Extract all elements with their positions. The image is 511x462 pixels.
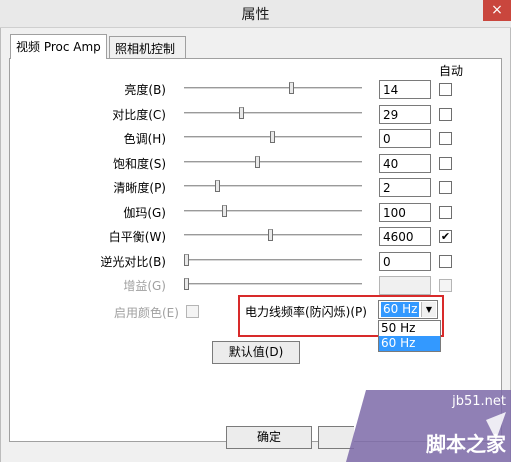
row-label: 白平衡(W) — [108, 230, 166, 244]
slider-thumb[interactable] — [184, 253, 189, 266]
row-label: 对比度(C) — [112, 107, 166, 122]
value-field[interactable]: 0 — [379, 251, 431, 271]
value-field[interactable]: 100 — [379, 202, 431, 222]
row-label: 伽玛(G) — [123, 205, 166, 220]
watermark: jb51.net 脚本之家 — [346, 390, 511, 462]
tab-camera-control[interactable]: 照相机控制 — [109, 36, 186, 58]
auto-checkbox[interactable] — [439, 156, 452, 170]
auto-checkbox[interactable] — [439, 279, 452, 292]
slider-track[interactable] — [184, 87, 362, 90]
slider-track[interactable] — [184, 209, 362, 213]
color-enable-checkbox[interactable] — [186, 305, 199, 318]
auto-checkbox[interactable]: ✔ — [439, 230, 452, 243]
value-field[interactable]: 14 — [379, 80, 431, 99]
value-field[interactable]: 4600 — [379, 227, 431, 246]
color-enable-label: 启用颜色(E) — [114, 306, 179, 320]
slider-track[interactable] — [184, 283, 362, 286]
slider-thumb[interactable] — [221, 204, 227, 217]
power-line-label: 电力线频率(防闪烁)(P) — [245, 305, 367, 319]
row-label: 色调(H) — [123, 132, 166, 146]
slider-thumb[interactable] — [254, 155, 260, 168]
tab-video-proc-amp[interactable]: 视频 Proc Amp — [10, 34, 107, 59]
slider-thumb[interactable] — [288, 82, 294, 94]
auto-checkbox[interactable] — [439, 254, 452, 268]
value-field[interactable]: 0 — [379, 129, 431, 148]
watermark-name: 脚本之家 — [426, 432, 506, 456]
power-line-select[interactable]: 60 Hz ▼ — [378, 300, 438, 319]
title-bar: 属性 × — [0, 0, 511, 28]
row-label: 亮度(B) — [124, 83, 166, 97]
option-50hz[interactable]: 50 Hz — [379, 321, 440, 336]
value-field[interactable]: 29 — [379, 104, 431, 124]
slider-thumb[interactable] — [214, 180, 220, 192]
auto-checkbox[interactable] — [439, 181, 452, 194]
row-label: 饱和度(S) — [113, 156, 166, 171]
watermark-domain: jb51.net — [452, 394, 506, 409]
row-label: 清晰度(P) — [113, 181, 166, 195]
slider-thumb[interactable] — [268, 229, 274, 241]
row-label: 增益(G) — [123, 279, 166, 293]
slider-thumb[interactable] — [270, 131, 275, 143]
row-label: 逆光对比(B) — [100, 254, 166, 269]
value-field[interactable] — [379, 276, 431, 295]
option-60hz[interactable]: 60 Hz — [379, 336, 440, 351]
auto-checkbox[interactable] — [439, 132, 452, 145]
auto-checkbox[interactable] — [439, 83, 452, 96]
value-field[interactable]: 2 — [379, 178, 431, 197]
slider-thumb[interactable] — [239, 106, 245, 119]
slider-track[interactable] — [184, 111, 362, 115]
slider-thumb[interactable] — [184, 278, 189, 290]
slider-track[interactable] — [184, 160, 362, 164]
chevron-down-icon[interactable]: ▼ — [421, 302, 436, 317]
auto-header: 自动 — [439, 64, 464, 78]
auto-checkbox[interactable] — [439, 107, 452, 121]
value-field[interactable]: 40 — [379, 153, 431, 173]
close-icon[interactable]: × — [483, 0, 511, 21]
power-line-dropdown: 50 Hz 60 Hz — [378, 320, 441, 352]
default-button[interactable]: 默认值(D) — [212, 341, 300, 364]
auto-checkbox[interactable] — [439, 205, 452, 219]
check-icon: ✔ — [440, 230, 451, 243]
slider-track[interactable] — [184, 258, 362, 262]
ok-button[interactable]: 确定 — [226, 426, 312, 449]
power-line-selected: 60 Hz — [381, 302, 420, 317]
window-title: 属性 — [241, 7, 270, 23]
slider-track[interactable] — [184, 185, 362, 188]
